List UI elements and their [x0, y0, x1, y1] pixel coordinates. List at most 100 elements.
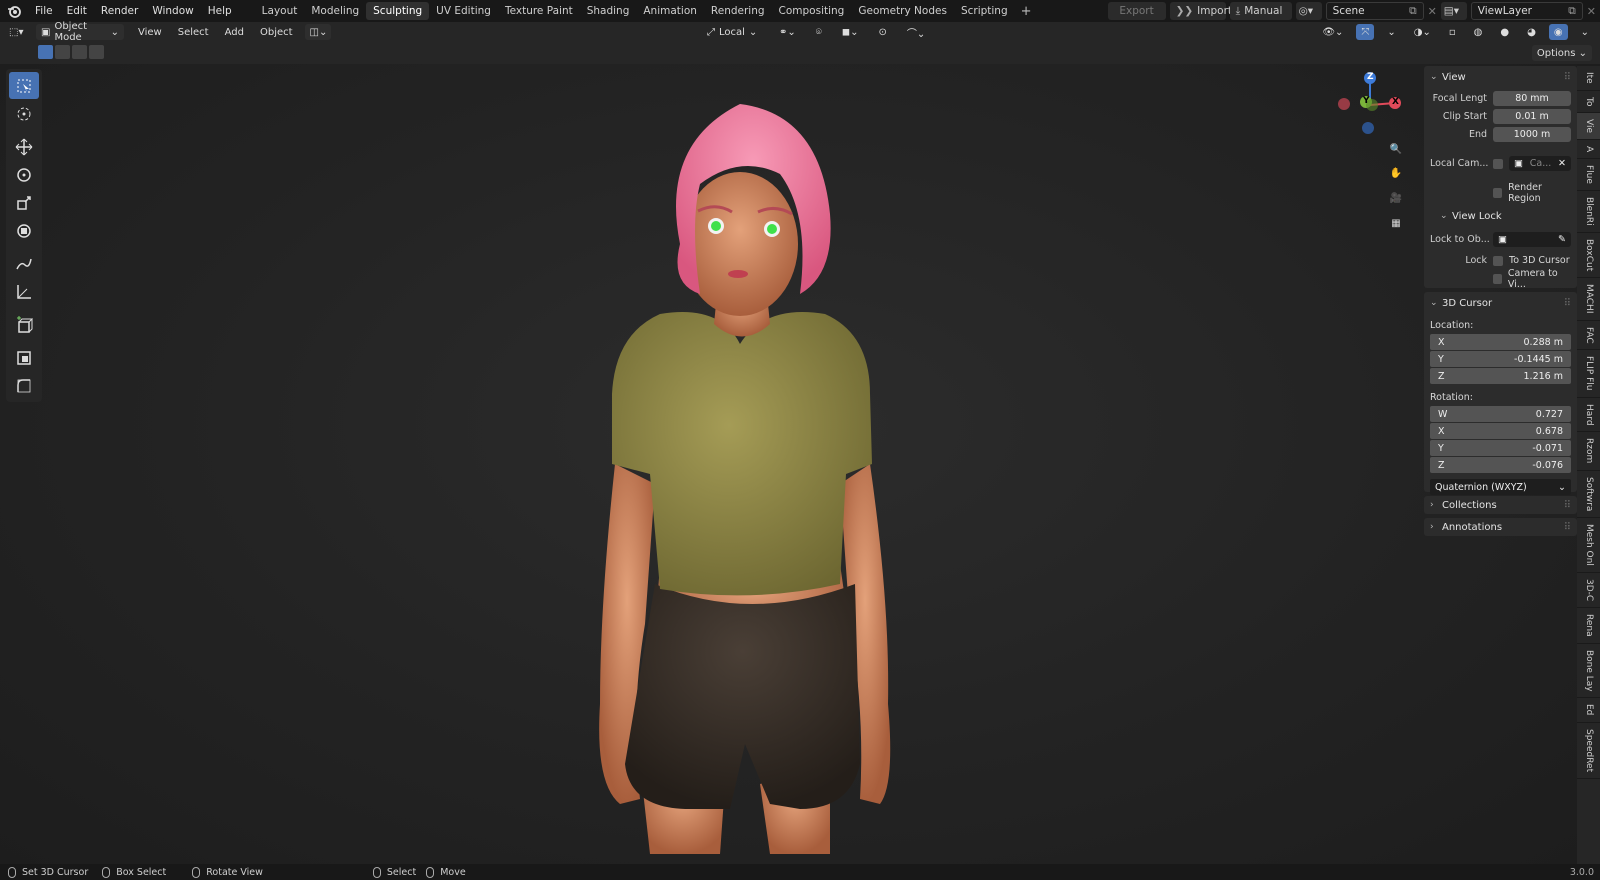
sidebar-tab-mesh-onl[interactable]: Mesh Onl	[1577, 518, 1600, 573]
view-layer-field[interactable]: ViewLayer ⧉	[1470, 2, 1583, 20]
sidebar-tab-hard[interactable]: Hard	[1577, 398, 1600, 433]
cursor-rotation-y[interactable]: Y -0.071	[1430, 440, 1571, 456]
drag-handle-icon[interactable]: ⠿	[1564, 500, 1571, 511]
local-camera-checkbox[interactable]	[1493, 158, 1503, 169]
import-button[interactable]: ❯❯ Import	[1169, 2, 1232, 20]
rendered-shading-icon[interactable]: ◉	[1548, 24, 1568, 40]
view-lock-header[interactable]: ⌄ View Lock	[1430, 209, 1571, 223]
material-shading-icon[interactable]: ◕	[1522, 24, 1541, 40]
annotate-tool-icon[interactable]	[9, 250, 39, 277]
focal-length-field[interactable]: 80 mm	[1493, 91, 1571, 106]
select-extend-icon[interactable]	[55, 45, 70, 59]
sidebar-tab-flue[interactable]: Flue	[1577, 159, 1600, 192]
select-new-icon[interactable]	[38, 45, 53, 59]
gizmo-dropdown[interactable]: ⌄	[1382, 24, 1400, 40]
options-dropdown[interactable]: Options ⌄	[1531, 45, 1592, 61]
sidebar-tab-blenri[interactable]: BlenRi	[1577, 191, 1600, 233]
render-region-checkbox[interactable]	[1493, 187, 1503, 198]
sidebar-tab-a[interactable]: A	[1577, 140, 1600, 160]
local-camera-field[interactable]: ▣ Ca... ✕	[1509, 156, 1571, 171]
menu-object[interactable]: Object	[252, 27, 301, 38]
clip-start-field[interactable]: 0.01 m	[1493, 109, 1571, 124]
tab-scripting[interactable]: Scripting	[954, 2, 1015, 20]
perspective-grid-icon[interactable]: ▦	[1385, 212, 1407, 234]
sidebar-tab-speedret[interactable]: SpeedRet	[1577, 723, 1600, 779]
cursor-location-z[interactable]: Z 1.216 m	[1430, 368, 1571, 384]
tab-compositing[interactable]: Compositing	[772, 2, 852, 20]
sidebar-tab-flip-flu[interactable]: FLIP Flu	[1577, 350, 1600, 398]
scene-name-field[interactable]: Scene ⧉	[1325, 2, 1424, 20]
falloff-dropdown[interactable]: ⌒⌄	[902, 24, 930, 40]
menu-help[interactable]: Help	[201, 0, 239, 22]
sidebar-tab-ed[interactable]: Ed	[1577, 698, 1600, 723]
view-layer-selector-icon[interactable]: ▤▾	[1440, 2, 1467, 20]
eyedropper-icon[interactable]: ✎	[1558, 232, 1566, 247]
xray-toggle[interactable]: ▫	[1444, 24, 1461, 40]
add-workspace-button[interactable]: +	[1015, 4, 1038, 19]
menu-select[interactable]: Select	[170, 27, 217, 38]
copy-icon[interactable]: ⧉	[1409, 5, 1417, 18]
close-scene-icon[interactable]: ✕	[1428, 5, 1437, 18]
sidebar-tab-rena[interactable]: Rena	[1577, 608, 1600, 644]
pan-hand-icon[interactable]: ✋	[1385, 162, 1407, 184]
menu-window[interactable]: Window	[145, 0, 200, 22]
sidebar-tab-softwra[interactable]: Softwra	[1577, 471, 1600, 519]
cursor-rotation-w[interactable]: W 0.727	[1430, 406, 1571, 422]
tab-modeling[interactable]: Modeling	[304, 2, 366, 20]
select-subtract-icon[interactable]	[72, 45, 87, 59]
zoom-icon[interactable]: 🔍	[1385, 138, 1407, 160]
transform-tool-icon[interactable]	[9, 217, 39, 244]
tab-animation[interactable]: Animation	[636, 2, 704, 20]
menu-edit[interactable]: Edit	[60, 0, 94, 22]
clip-end-field[interactable]: 1000 m	[1493, 127, 1571, 142]
cursor-rotation-z[interactable]: Z -0.076	[1430, 457, 1571, 473]
annotations-panel[interactable]: › Annotations ⠿	[1424, 518, 1577, 536]
sidebar-tab-view[interactable]: Vie	[1577, 113, 1600, 141]
menu-render[interactable]: Render	[94, 0, 145, 22]
tab-uv-editing[interactable]: UV Editing	[429, 2, 498, 20]
lock-to-object-field[interactable]: ▣ ✎	[1493, 232, 1571, 247]
mode-dropdown[interactable]: ▣ Object Mode ⌄	[36, 21, 124, 43]
tab-rendering[interactable]: Rendering	[704, 2, 772, 20]
blender-logo-icon[interactable]	[0, 0, 28, 22]
tab-sculpting[interactable]: Sculpting	[366, 2, 430, 20]
menu-view[interactable]: View	[130, 27, 170, 38]
solid-shading-icon[interactable]: ●	[1495, 24, 1514, 40]
tab-shading[interactable]: Shading	[580, 2, 637, 20]
collections-panel[interactable]: › Collections ⠿	[1424, 496, 1577, 514]
cursor-location-y[interactable]: Y -0.1445 m	[1430, 351, 1571, 367]
sidebar-tab-rzom[interactable]: Rzom	[1577, 432, 1600, 471]
clear-icon[interactable]: ✕	[1558, 156, 1566, 171]
bevel-tool-icon[interactable]	[9, 372, 39, 399]
menu-file[interactable]: File	[28, 0, 60, 22]
measure-tool-icon[interactable]	[9, 278, 39, 305]
manual-button[interactable]: ⤓ Manual	[1229, 2, 1292, 20]
sidebar-tab-boxcut[interactable]: BoxCut	[1577, 233, 1600, 279]
3d-viewport[interactable]: Z X Y 🔍 ✋ 🎥 ▦	[0, 64, 1577, 864]
gpencil-dropdown[interactable]: ◫⌄	[304, 24, 331, 40]
tab-texture-paint[interactable]: Texture Paint	[498, 2, 580, 20]
tab-layout[interactable]: Layout	[255, 2, 305, 20]
rotate-tool-icon[interactable]	[9, 161, 39, 188]
transform-orientation-dropdown[interactable]: ⤢ Local ⌄	[702, 24, 764, 40]
to-3d-cursor-checkbox[interactable]	[1493, 255, 1503, 266]
move-tool-icon[interactable]	[9, 133, 39, 160]
sidebar-tab-bone-lay[interactable]: Bone Lay	[1577, 644, 1600, 699]
copy-icon[interactable]: ⧉	[1568, 5, 1576, 18]
proportional-edit-toggle[interactable]: ⊙	[873, 24, 891, 40]
select-intersect-icon[interactable]	[89, 45, 104, 59]
drag-handle-icon[interactable]: ⠿	[1564, 72, 1571, 83]
sidebar-tab-item[interactable]: Ite	[1577, 66, 1600, 91]
camera-to-view-checkbox[interactable]	[1493, 273, 1502, 284]
drag-handle-icon[interactable]: ⠿	[1564, 298, 1571, 309]
sidebar-tab-machi[interactable]: MACHI	[1577, 278, 1600, 321]
sidebar-tab-3d-c[interactable]: 3D-C	[1577, 573, 1600, 609]
shading-dropdown[interactable]: ⌄	[1576, 24, 1594, 40]
drag-handle-icon[interactable]: ⠿	[1564, 522, 1571, 533]
cursor-location-x[interactable]: X 0.288 m	[1430, 334, 1571, 350]
editor-type-button[interactable]: ⬚▾	[4, 24, 32, 40]
gizmo-toggle[interactable]: ⤧	[1356, 24, 1375, 40]
extrude-tool-icon[interactable]	[9, 344, 39, 371]
close-view-layer-icon[interactable]: ✕	[1587, 5, 1596, 18]
tab-geometry-nodes[interactable]: Geometry Nodes	[851, 2, 954, 20]
